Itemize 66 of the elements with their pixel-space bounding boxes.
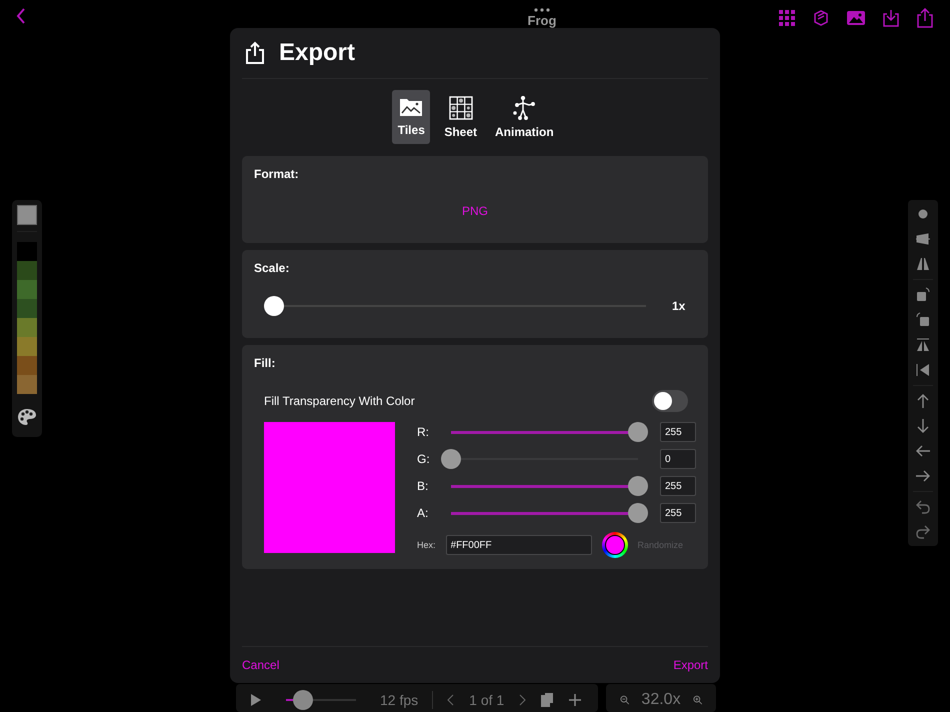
color-swatch[interactable] bbox=[17, 318, 37, 337]
shape-icon[interactable] bbox=[915, 231, 931, 247]
back-icon[interactable] bbox=[16, 8, 26, 24]
channel-label: A: bbox=[417, 506, 430, 520]
rotate-icon[interactable] bbox=[915, 312, 931, 328]
channel-label: B: bbox=[417, 479, 430, 493]
hex-field[interactable]: #FF00FF bbox=[446, 535, 592, 555]
channel-value-field[interactable]: 0 bbox=[660, 449, 696, 469]
color-swatch[interactable] bbox=[17, 280, 37, 299]
channel-label: R: bbox=[417, 425, 430, 439]
dialog-title: Export bbox=[279, 39, 356, 67]
color-swatch[interactable] bbox=[17, 205, 37, 225]
previous-icon[interactable] bbox=[447, 694, 456, 706]
image-icon[interactable] bbox=[846, 10, 866, 26]
color-swatch[interactable] bbox=[17, 375, 37, 394]
shape-icon[interactable] bbox=[915, 256, 931, 272]
cancel-button[interactable]: Cancel bbox=[242, 658, 280, 672]
fps-label: 12 fps bbox=[380, 692, 418, 708]
add-icon[interactable] bbox=[568, 693, 582, 707]
layers-icon[interactable] bbox=[812, 9, 830, 27]
channel-value-field[interactable]: 255 bbox=[660, 422, 696, 442]
channel-value-field[interactable]: 255 bbox=[660, 503, 696, 523]
flip-icon[interactable] bbox=[915, 337, 931, 353]
hex-label: Hex: bbox=[417, 540, 436, 550]
next-icon[interactable] bbox=[518, 694, 526, 706]
palette-icon[interactable] bbox=[17, 408, 37, 426]
zoom-label: 32.0x bbox=[641, 691, 681, 709]
image-folder-icon bbox=[399, 96, 424, 118]
more-icon[interactable] bbox=[534, 8, 550, 12]
export-tab[interactable]: Sheet bbox=[440, 90, 481, 144]
color-swatch[interactable] bbox=[17, 337, 37, 356]
document-title: Frog bbox=[528, 13, 556, 28]
frame-label: 1 of 1 bbox=[469, 692, 504, 708]
left-arrow-icon[interactable] bbox=[915, 443, 931, 459]
right-arrow-icon[interactable] bbox=[915, 468, 931, 484]
share-icon[interactable] bbox=[916, 8, 934, 28]
grid-icon[interactable] bbox=[778, 9, 796, 27]
share-icon bbox=[245, 41, 265, 65]
scale-reading: 1x bbox=[672, 299, 686, 313]
up-arrow-icon[interactable] bbox=[915, 393, 931, 409]
grid-sheet-icon bbox=[448, 96, 473, 120]
fill-label: Fill: bbox=[254, 356, 276, 370]
format-option[interactable]: PNG bbox=[456, 203, 494, 219]
channel-value-field[interactable]: 255 bbox=[660, 476, 696, 496]
export-tab[interactable]: Tiles bbox=[392, 90, 430, 144]
rotate-icon[interactable] bbox=[915, 287, 931, 303]
color-swatch[interactable] bbox=[17, 299, 37, 318]
export-button[interactable]: Export bbox=[673, 658, 708, 672]
format-label: Format: bbox=[254, 167, 300, 181]
stick-figure-icon bbox=[512, 96, 536, 120]
scale-label: Scale: bbox=[254, 261, 290, 275]
color-swatch[interactable] bbox=[17, 356, 37, 375]
toggle-label: Fill Transparency With Color bbox=[264, 394, 415, 408]
copy-icon[interactable] bbox=[540, 692, 554, 708]
download-icon[interactable] bbox=[882, 9, 900, 27]
redo-icon[interactable] bbox=[915, 524, 931, 540]
color-swatch[interactable] bbox=[17, 242, 37, 261]
play-icon[interactable] bbox=[250, 693, 262, 707]
channel-label: G: bbox=[417, 452, 431, 466]
down-arrow-icon[interactable] bbox=[915, 418, 931, 434]
export-tab[interactable]: Animation bbox=[491, 90, 558, 144]
color-picker-button[interactable] bbox=[602, 532, 628, 558]
flip-icon[interactable] bbox=[915, 362, 931, 378]
undo-icon[interactable] bbox=[915, 499, 931, 515]
fill-toggle[interactable] bbox=[652, 390, 688, 412]
color-swatch[interactable] bbox=[17, 261, 37, 280]
